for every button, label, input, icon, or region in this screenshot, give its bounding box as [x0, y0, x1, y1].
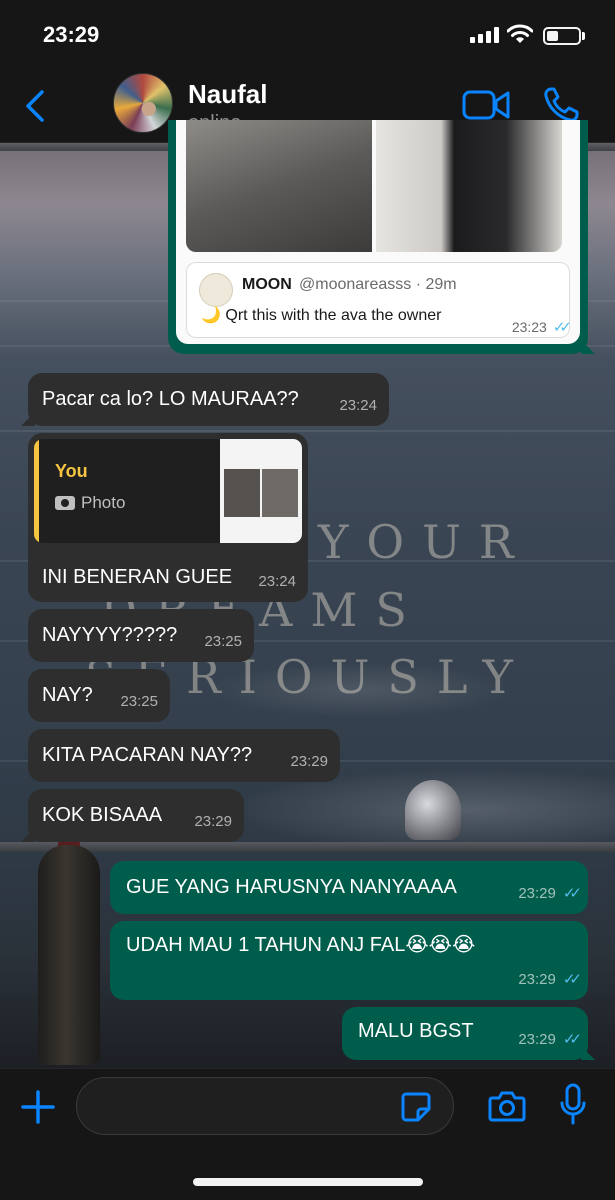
reply-type-label: Photo: [81, 493, 126, 512]
message-time: 23:25: [204, 633, 242, 650]
video-call-icon[interactable]: [462, 88, 510, 122]
message-meta: 23:29 ✓✓: [518, 882, 582, 906]
reply-type: Photo: [55, 491, 125, 515]
wallpaper-text-line-1: YOUR: [318, 515, 532, 569]
sea-wave: [0, 430, 615, 432]
tweet-photo-left: [186, 120, 372, 252]
incoming-message[interactable]: NAYYYY????? 23:25: [28, 609, 254, 662]
sticker-icon[interactable]: [400, 1091, 432, 1123]
incoming-message[interactable]: KOK BISAAA 23:29: [21, 789, 244, 842]
incoming-reply-message[interactable]: You Photo INI BENERAN GUEE 23:24: [28, 433, 308, 602]
tweet-photo-right: [376, 120, 562, 252]
message-text: GUE YANG HARUSNYA NANYAAAA: [126, 876, 457, 898]
back-chevron-icon[interactable]: [22, 88, 52, 124]
message-meta: 23:24: [258, 570, 296, 594]
message-time: 23:25: [120, 693, 158, 710]
quoted-reply-preview[interactable]: You Photo: [34, 439, 302, 543]
message-text: UDAH MAU 1 TAHUN ANJ FAL😭😭😭: [126, 934, 476, 956]
message-meta: 23:25: [120, 690, 158, 714]
reply-sender: You: [55, 461, 88, 481]
outgoing-message[interactable]: MALU BGST 23:29 ✓✓: [342, 1007, 595, 1060]
message-text: MALU BGST: [358, 1020, 474, 1042]
message-text: NAY?: [42, 684, 93, 706]
message-input[interactable]: [76, 1077, 454, 1135]
window-frame-bottom: [0, 842, 615, 852]
message-text: KOK BISAAA: [42, 804, 163, 826]
read-ticks-icon: ✓✓: [562, 1031, 582, 1048]
phone-call-icon[interactable]: [542, 86, 580, 124]
message-time: 23:24: [258, 573, 296, 590]
message-meta: 23:29 ✓✓: [518, 1028, 582, 1052]
message-time: 23:29: [518, 885, 556, 902]
camera-icon: [55, 496, 75, 510]
battery-icon: [543, 27, 581, 45]
message-text: INI BENERAN GUEE: [42, 566, 233, 588]
outgoing-message[interactable]: UDAH MAU 1 TAHUN ANJ FAL😭😭😭 23:29 ✓✓: [110, 921, 588, 1000]
message-meta: 23:29: [290, 750, 328, 774]
message-meta: 23:23 ✓✓: [511, 318, 572, 336]
microphone-icon[interactable]: [560, 1083, 586, 1127]
status-time: 23:29: [43, 22, 100, 47]
battery-tip: [582, 32, 585, 40]
read-ticks-icon: ✓✓: [562, 971, 582, 988]
message-time: 23:29: [518, 1031, 556, 1048]
wifi-icon: [507, 24, 533, 43]
quoted-tweet-avatar: [199, 273, 233, 307]
message-time: 23:29: [290, 753, 328, 770]
contact-avatar[interactable]: [113, 73, 173, 133]
message-meta: 23:29 ✓✓: [518, 968, 582, 992]
read-ticks-icon: ✓✓: [552, 319, 572, 336]
reply-accent-bar: [34, 439, 39, 543]
cellular-signal-icon: [470, 27, 500, 43]
outgoing-message[interactable]: GUE YANG HARUSNYA NANYAAAA 23:29 ✓✓: [110, 861, 588, 914]
incoming-message[interactable]: NAY? 23:25: [28, 669, 170, 722]
quoted-tweet-text: 🌙 Qrt this with the ava the owner: [201, 307, 442, 324]
message-text: NAYYYY?????: [42, 624, 178, 646]
message-meta: 23:29: [194, 810, 232, 834]
camera-icon[interactable]: [488, 1089, 526, 1123]
incoming-message[interactable]: Pacar ca lo? LO MAURAA?? 23:24: [21, 373, 389, 426]
message-time: 23:29: [518, 971, 556, 988]
plus-icon[interactable]: [20, 1089, 56, 1125]
read-ticks-icon: ✓✓: [562, 885, 582, 902]
message-text: KITA PACARAN NAY??: [42, 744, 253, 766]
reply-photo-thumbnail: [220, 439, 302, 543]
message-time: 23:24: [339, 397, 377, 414]
quoted-tweet-name: MOON: [242, 276, 292, 293]
message-time: 23:23: [511, 319, 547, 335]
message-text: Pacar ca lo? LO MAURAA??: [42, 388, 299, 410]
outgoing-tweet-message[interactable]: MOON @moonareasss · 29m 🌙 Qrt this with …: [168, 120, 595, 354]
status-bar: 23:29: [0, 0, 615, 70]
home-indicator: [193, 1178, 423, 1186]
message-meta: 23:25: [204, 630, 242, 654]
contact-name[interactable]: Naufal: [188, 79, 267, 110]
lamp: [405, 780, 461, 840]
tweet-screenshot[interactable]: MOON @moonareasss · 29m 🌙 Qrt this with …: [176, 120, 580, 344]
wine-bottle: [38, 845, 100, 1065]
message-time: 23:29: [194, 813, 232, 830]
incoming-message[interactable]: KITA PACARAN NAY?? 23:29: [28, 729, 340, 782]
message-meta: 23:24: [339, 394, 377, 418]
quoted-tweet-handle: @moonareasss · 29m: [299, 276, 457, 293]
